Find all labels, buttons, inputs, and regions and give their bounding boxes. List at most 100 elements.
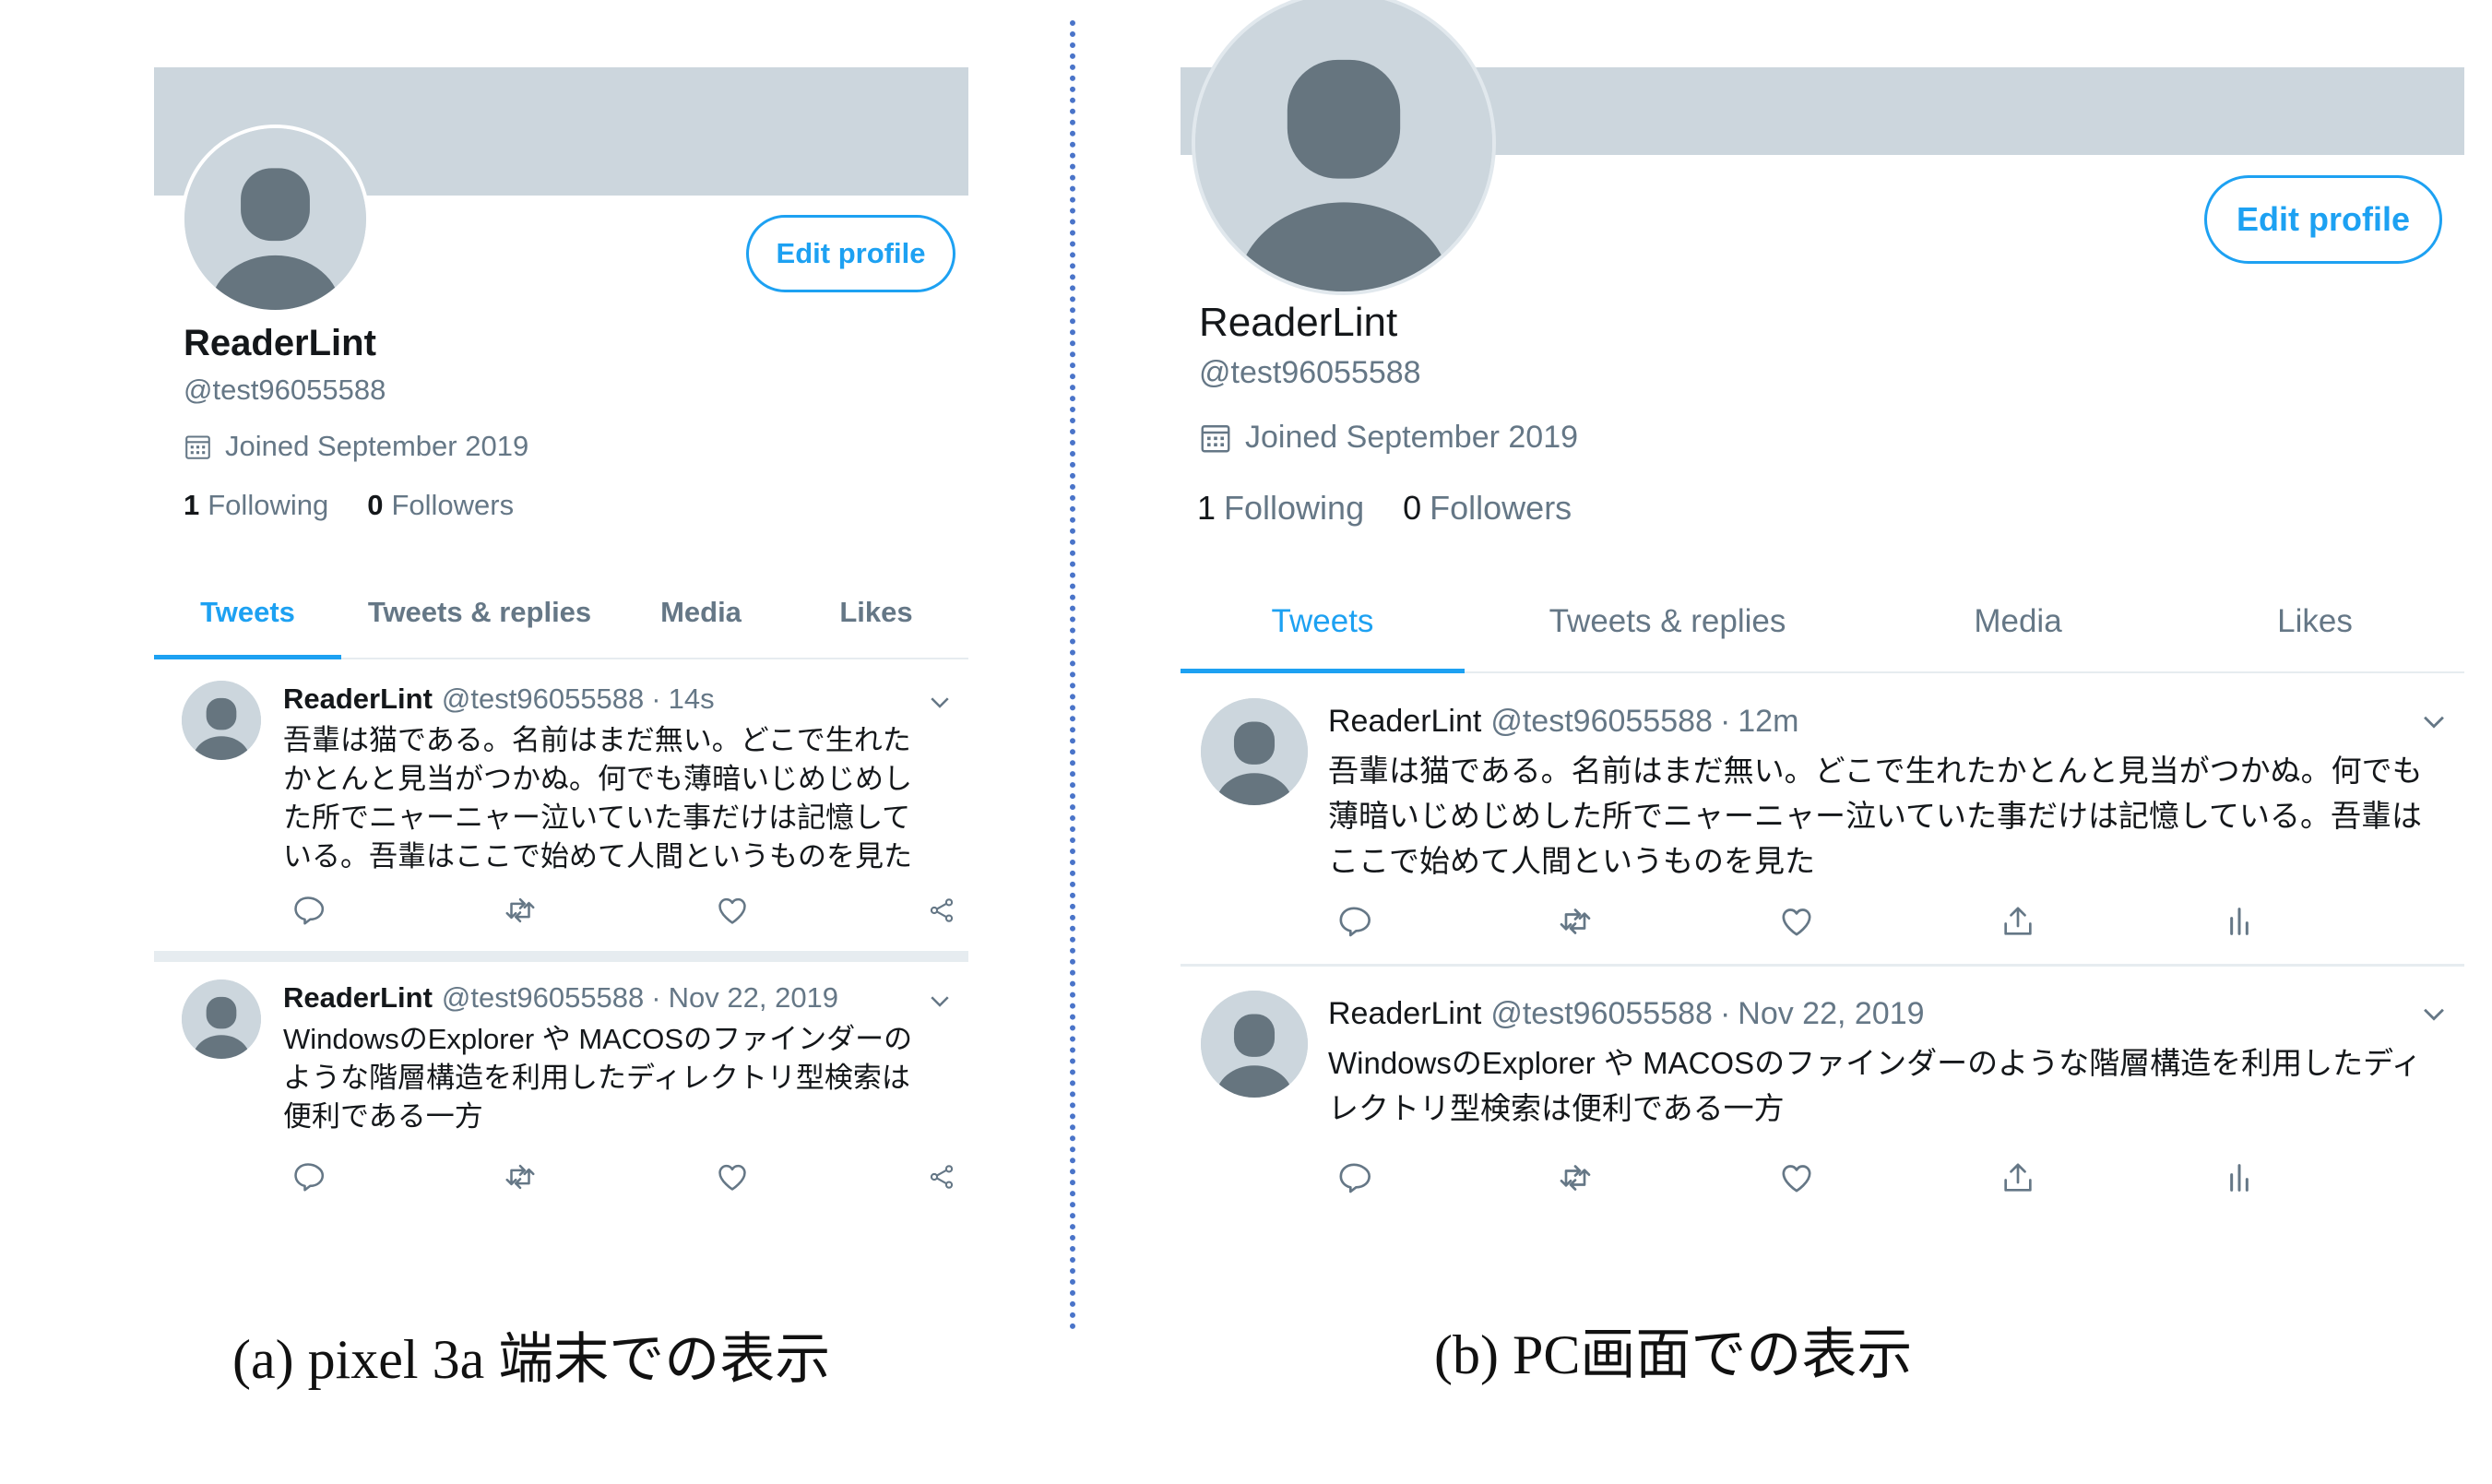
tab-tweets-replies[interactable]: Tweets & replies [341, 567, 618, 658]
tweet-timestamp[interactable]: 14s [669, 683, 715, 716]
tab-likes[interactable]: Likes [784, 567, 968, 658]
tweet-author-handle[interactable]: @test96055588 [1490, 704, 1713, 740]
reply-icon [1339, 907, 1371, 937]
caption-mobile: (a) pixel 3a 端末での表示 [232, 1329, 831, 1390]
tweet-author-name[interactable]: ReaderLint [1328, 704, 1481, 740]
edit-profile-button[interactable]: Edit profile [2204, 175, 2442, 264]
tweet-avatar[interactable] [182, 979, 261, 1059]
profile-avatar[interactable] [181, 125, 370, 314]
following-count: 1 [184, 489, 200, 521]
like-button[interactable] [707, 890, 920, 931]
tweet-separator: · [651, 981, 661, 1014]
tweet-text: WindowsのExplorer や MACOSのファインダーのような階層構造を… [283, 1023, 913, 1133]
tweet-avatar[interactable] [182, 681, 261, 760]
edit-profile-button[interactable]: Edit profile [746, 215, 955, 292]
default-avatar-icon [182, 979, 261, 1059]
following-label: Following [208, 489, 329, 521]
tweet-avatar[interactable] [1201, 698, 1308, 805]
followers-label: Followers [391, 489, 515, 521]
tab-tweets[interactable]: Tweets [154, 567, 341, 659]
tweet-actions [1328, 899, 2435, 944]
tweet[interactable]: ReaderLint @test96055588 · Nov 22, 2019 … [154, 961, 968, 1219]
upload-icon [2004, 1163, 2032, 1192]
tweet-author-name[interactable]: ReaderLint [283, 981, 433, 1015]
tweet-author-handle[interactable]: @test96055588 [1490, 996, 1713, 1032]
chevron-down-icon[interactable] [2418, 706, 2450, 737]
share-button[interactable] [920, 1157, 956, 1197]
tab-tweets-replies[interactable]: Tweets & replies [1465, 572, 1870, 671]
tweet-author-handle[interactable]: @test96055588 [442, 981, 644, 1015]
share-button[interactable] [920, 890, 956, 931]
retweet-icon [1560, 908, 1591, 934]
tweet[interactable]: ReaderLint @test96055588 · 12m 吾輩は猫である。名… [1181, 676, 2464, 964]
default-avatar-icon [1201, 698, 1308, 805]
following-link[interactable]: 1 Following [184, 489, 328, 522]
like-icon [1782, 1165, 1811, 1193]
retweet-button[interactable] [1549, 899, 1771, 944]
like-button[interactable] [1771, 899, 1992, 944]
tab-tweets[interactable]: Tweets [1181, 572, 1465, 673]
tab-likes[interactable]: Likes [2166, 572, 2464, 671]
analytics-icon [2230, 908, 2249, 935]
tweet[interactable]: ReaderLint @test96055588 · 14s 吾輩は猫である。名… [154, 662, 968, 953]
tweet-avatar[interactable] [1201, 991, 1308, 1098]
reply-button[interactable] [1328, 1156, 1549, 1200]
following-link[interactable]: 1 Following [1197, 489, 1364, 528]
reply-icon [1339, 1163, 1371, 1193]
tweet-header: ReaderLint @test96055588 · Nov 22, 2019 [1328, 996, 1925, 1032]
chevron-down-icon[interactable] [926, 688, 954, 716]
followers-link[interactable]: 0 Followers [1403, 489, 1572, 528]
retweet-button[interactable] [1549, 1156, 1771, 1200]
analytics-button[interactable] [2213, 1156, 2435, 1200]
tweet-header: ReaderLint @test96055588 · 14s [283, 683, 715, 716]
tab-media[interactable]: Media [618, 567, 784, 658]
profile-avatar[interactable] [1192, 0, 1496, 295]
reply-button[interactable] [283, 890, 495, 931]
like-icon [718, 1164, 746, 1191]
default-avatar-icon [1195, 0, 1492, 291]
tweet-actions [283, 1157, 956, 1197]
default-avatar-icon [1201, 991, 1308, 1098]
like-button[interactable] [707, 1157, 920, 1197]
reply-button[interactable] [1328, 899, 1549, 944]
chevron-down-icon[interactable] [926, 987, 954, 1015]
retweet-button[interactable] [495, 890, 707, 931]
profile-handle: @test96055588 [1199, 355, 1421, 390]
tweet-author-handle[interactable]: @test96055588 [442, 683, 644, 716]
pc-profile-panel: Edit profile ReaderLint @test96055588 Jo… [1181, 0, 2464, 1484]
reply-button[interactable] [283, 1157, 495, 1197]
tweet-author-name[interactable]: ReaderLint [1328, 996, 1481, 1032]
retweet-button[interactable] [495, 1157, 707, 1197]
retweet-icon [1560, 1165, 1591, 1191]
joined-label: Joined September 2019 [1245, 420, 1579, 455]
panel-divider [1070, 20, 1075, 1330]
tweet[interactable]: ReaderLint @test96055588 · Nov 22, 2019 … [1181, 968, 2464, 1227]
tweet-timestamp[interactable]: 12m [1738, 704, 1798, 740]
profile-tabs: Tweets Tweets & replies Media Likes [154, 567, 968, 659]
profile-name: ReaderLint [1199, 300, 1398, 345]
caption-pc: (b) PC画面での表示 [1434, 1324, 1913, 1385]
joined-date: Joined September 2019 [184, 430, 528, 463]
like-button[interactable] [1771, 1156, 1992, 1200]
tweet-header: ReaderLint @test96055588 · 12m [1328, 704, 1798, 740]
followers-count: 0 [367, 489, 384, 521]
tweet-timestamp[interactable]: Nov 22, 2019 [1738, 996, 1924, 1032]
tweet-text: 吾輩は猫である。名前はまだ無い。どこで生れたかとんと見当がつかぬ。何でも薄暗いじ… [1328, 754, 2423, 878]
tweet-timestamp[interactable]: Nov 22, 2019 [669, 981, 838, 1015]
analytics-icon [2230, 1164, 2249, 1192]
tweet-separator: · [651, 683, 661, 715]
calendar-icon [185, 434, 210, 459]
upload-icon [2004, 907, 2032, 935]
upload-button[interactable] [1992, 1156, 2213, 1200]
reply-icon [294, 896, 325, 925]
tab-media[interactable]: Media [1870, 572, 2166, 671]
chevron-down-icon[interactable] [2418, 998, 2450, 1029]
tweet-header: ReaderLint @test96055588 · Nov 22, 2019 [283, 981, 838, 1015]
profile-name: ReaderLint [184, 323, 376, 363]
analytics-button[interactable] [2213, 899, 2435, 944]
following-count: 1 [1197, 489, 1216, 527]
followers-link[interactable]: 0 Followers [367, 489, 514, 522]
profile-handle: @test96055588 [184, 374, 386, 406]
upload-button[interactable] [1992, 899, 2213, 944]
tweet-author-name[interactable]: ReaderLint [283, 683, 433, 716]
